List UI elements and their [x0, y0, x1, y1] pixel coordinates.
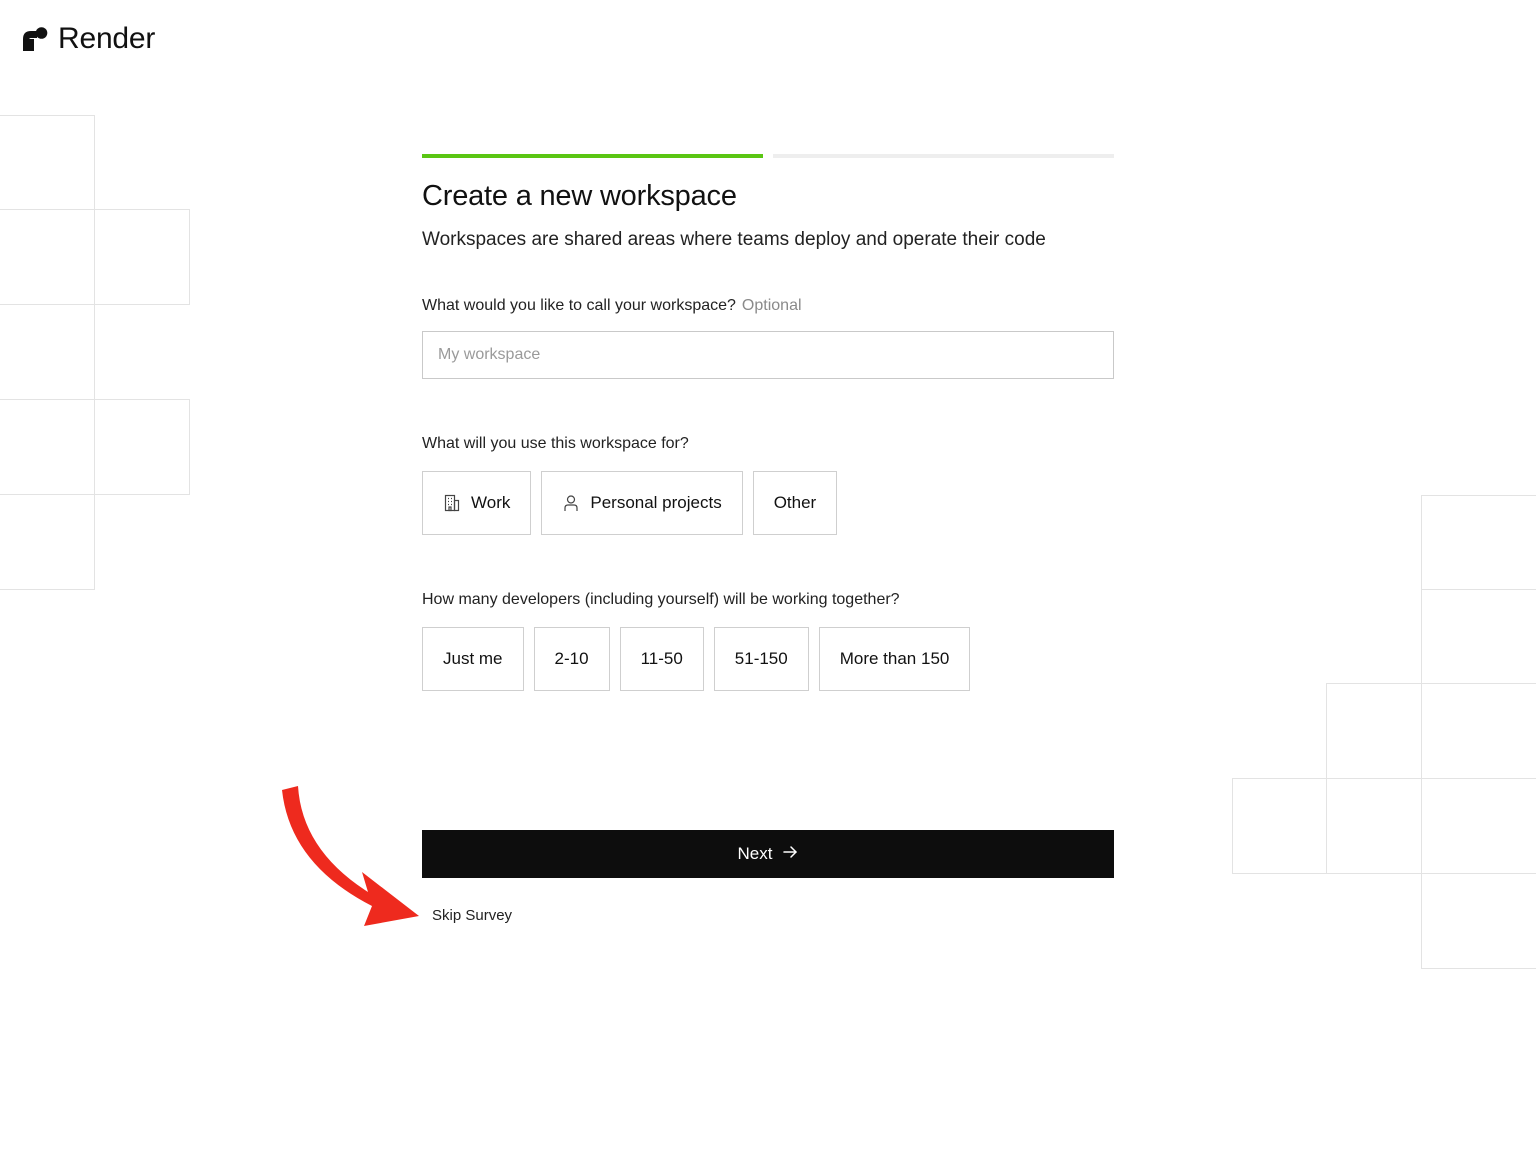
brand-name: Render	[58, 22, 156, 55]
page-subtitle: Workspaces are shared areas where teams …	[422, 229, 1046, 250]
workspace-form: Create a new workspace Workspaces are sh…	[422, 154, 1114, 691]
usage-option-label: Personal projects	[590, 493, 722, 512]
usage-option-other[interactable]: Other	[752, 471, 838, 535]
decor-square	[0, 399, 95, 495]
progress-step-1	[422, 154, 763, 158]
render-logo-icon	[22, 26, 48, 52]
workspace-name-label: What would you like to call your workspa…	[422, 297, 1114, 315]
decor-square	[1421, 873, 1536, 969]
next-button[interactable]: Next	[422, 830, 1114, 878]
usage-option-work[interactable]: Work	[422, 471, 532, 535]
team-size-option-more-than-150[interactable]: More than 150	[818, 627, 971, 691]
usage-option-label: Other	[773, 493, 817, 512]
decor-square	[1326, 683, 1422, 779]
decor-square	[0, 494, 95, 590]
skip-survey-link[interactable]: Skip Survey	[432, 907, 512, 924]
decor-square	[0, 209, 95, 305]
optional-hint: Optional	[741, 297, 802, 314]
decor-square	[1421, 495, 1536, 590]
team-size-option-2-10[interactable]: 2-10	[533, 627, 610, 691]
decor-square	[0, 304, 95, 400]
person-icon	[562, 494, 580, 512]
team-size-option-11-50[interactable]: 11-50	[619, 627, 704, 691]
team-size-option-51-150[interactable]: 51-150	[713, 627, 809, 691]
next-button-label: Next	[737, 844, 773, 863]
building-icon	[443, 494, 461, 512]
usage-options: Work Personal projects Other	[422, 471, 1114, 535]
decor-square	[1326, 778, 1422, 874]
team-size-option-just-me[interactable]: Just me	[422, 627, 524, 691]
annotation-arrow-icon	[282, 786, 419, 926]
decor-square	[1421, 589, 1536, 684]
workspace-name-input[interactable]	[422, 331, 1114, 379]
arrow-right-icon	[782, 844, 798, 865]
usage-option-personal-projects[interactable]: Personal projects	[541, 471, 743, 535]
team-size-question: How many developers (including yourself)…	[422, 591, 900, 608]
team-size-options: Just me 2-10 11-50 51-150 More than 150	[422, 627, 1114, 691]
decor-square	[1421, 778, 1536, 874]
decor-square	[94, 399, 190, 495]
decor-square	[1232, 778, 1327, 874]
workspace-name-question: What would you like to call your workspa…	[422, 297, 736, 314]
decor-square	[1421, 683, 1536, 779]
usage-option-label: Work	[471, 493, 511, 512]
page-title: Create a new workspace	[422, 180, 737, 212]
usage-question: What will you use this workspace for?	[422, 435, 689, 452]
decor-square	[94, 209, 190, 305]
progress-bar	[422, 154, 1114, 158]
decor-square	[0, 115, 95, 210]
brand-logo[interactable]: Render	[22, 22, 155, 56]
progress-step-2	[773, 154, 1114, 158]
